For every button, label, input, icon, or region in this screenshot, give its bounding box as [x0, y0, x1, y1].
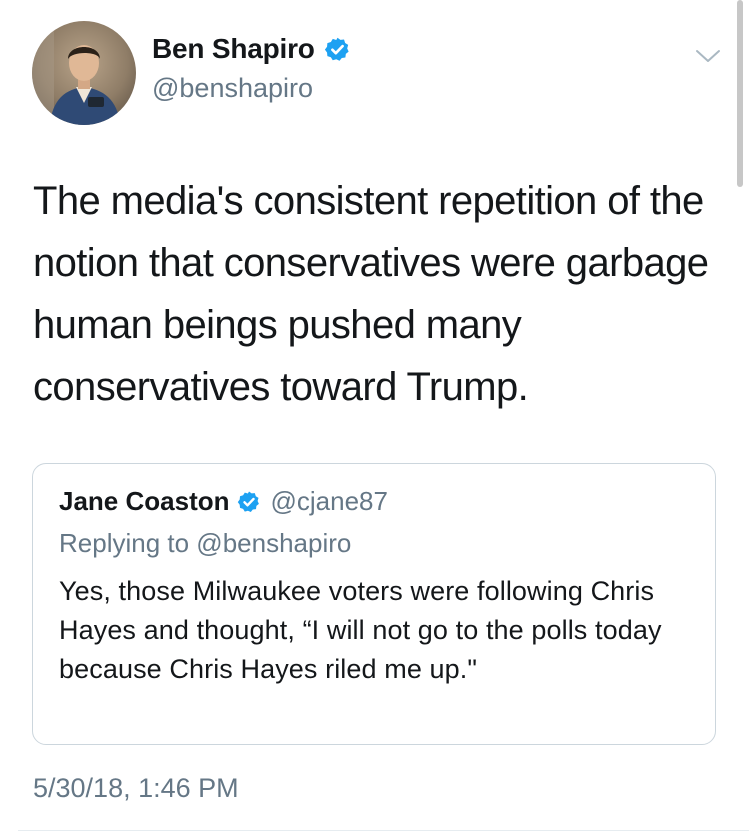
quoted-tweet-header: Jane Coaston @cjane87 — [59, 486, 388, 517]
author-name-row[interactable]: Ben Shapiro — [152, 33, 351, 65]
quoted-tweet-text: Yes, those Milwaukee voters were followi… — [59, 576, 662, 684]
quoted-author-handle: @cjane87 — [270, 486, 388, 516]
quoted-tweet-card[interactable]: Jane Coaston @cjane87 Replying to @bensh… — [32, 463, 716, 745]
avatar-photo — [32, 21, 136, 125]
scrollbar[interactable] — [737, 0, 743, 187]
divider — [18, 830, 749, 831]
verified-badge-icon — [324, 37, 349, 61]
tweet-text: The media's consistent repetition of the… — [33, 179, 709, 409]
author-avatar[interactable] — [32, 21, 136, 125]
quoted-author-name: Jane Coaston — [59, 486, 230, 516]
verified-badge-icon — [237, 491, 259, 512]
replying-to-label: Replying to @benshapiro — [59, 528, 352, 558]
author-handle[interactable]: @benshapiro — [152, 73, 313, 104]
author-display-name[interactable]: Ben Shapiro — [152, 33, 315, 65]
tweet-timestamp[interactable]: 5/30/18, 1:46 PM — [33, 773, 239, 804]
chevron-down-icon[interactable] — [694, 46, 722, 66]
